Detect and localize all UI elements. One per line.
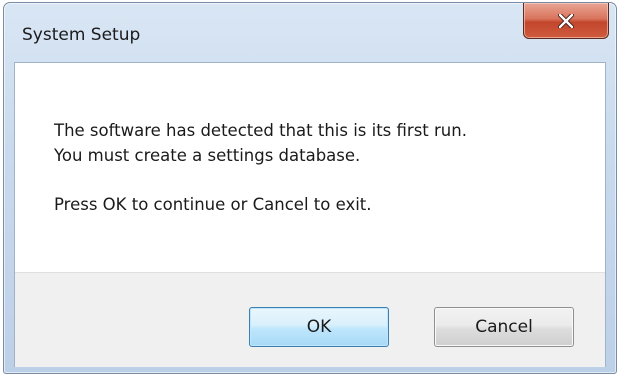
cancel-button[interactable]: Cancel [434, 307, 574, 347]
message-text: The software has detected that this is i… [54, 118, 467, 217]
close-x-icon [558, 13, 574, 28]
title-bar[interactable]: System Setup [4, 3, 616, 61]
message-line-create-database: You must create a settings database. [54, 146, 361, 165]
message-line-first-run: The software has detected that this is i… [54, 121, 467, 140]
button-bar: OK Cancel [15, 272, 605, 367]
ok-button[interactable]: OK [249, 307, 389, 347]
dialog-content: The software has detected that this is i… [14, 62, 606, 367]
message-line-instructions: Press OK to continue or Cancel to exit. [54, 195, 372, 214]
dialog-title: System Setup [22, 25, 141, 45]
system-setup-dialog: System Setup The software has detected t… [3, 2, 617, 374]
close-button[interactable] [523, 3, 609, 39]
